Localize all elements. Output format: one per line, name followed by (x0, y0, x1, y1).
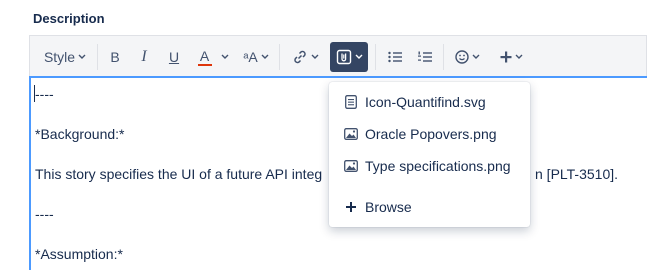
more-formatting-button[interactable]: ᵃA (238, 44, 274, 70)
attachment-item[interactable]: Oracle Popovers.png (329, 121, 530, 147)
link-button[interactable] (286, 44, 324, 70)
chevron-down-icon (311, 54, 318, 59)
bold-button[interactable]: B (103, 44, 127, 70)
style-label: Style (43, 49, 76, 65)
image-icon (341, 160, 361, 172)
attachments-dropdown: Icon-Quantifind.svg Oracle Popovers.png … (329, 82, 530, 227)
bold-icon: B (110, 49, 120, 65)
attachment-button[interactable] (330, 42, 368, 72)
more-formatting-icon: ᵃA (243, 49, 258, 65)
plus-icon (341, 202, 361, 212)
editor-line: *Assumption:* (35, 246, 123, 262)
chevron-down-icon (261, 54, 269, 59)
text-color-swatch (197, 63, 212, 66)
chevron-down-icon (515, 54, 522, 59)
link-icon (293, 50, 306, 64)
toolbar-separator (97, 44, 98, 70)
editor-toolbar: Style B I U A ᵃA (29, 35, 647, 76)
plus-icon (500, 51, 511, 63)
insert-more-button[interactable] (494, 44, 528, 70)
style-dropdown[interactable]: Style (36, 44, 94, 70)
chevron-down-icon (355, 54, 362, 59)
emoji-button[interactable] (450, 44, 484, 70)
attachment-item[interactable]: Type specifications.png (329, 153, 530, 179)
editor-line: n [PLT-3510]. (535, 166, 619, 182)
numbered-list-button[interactable] (413, 44, 437, 70)
editor-line: *Background:* (35, 126, 125, 142)
numbered-list-icon (418, 51, 432, 62)
image-icon (341, 128, 361, 140)
bullet-list-button[interactable] (383, 44, 407, 70)
chevron-down-icon (472, 54, 479, 59)
text-color-icon: A (197, 49, 212, 66)
attachment-icon (336, 49, 351, 65)
toolbar-separator (279, 44, 280, 70)
toolbar-separator (375, 44, 376, 70)
field-label: Description (33, 11, 105, 26)
browse-button[interactable]: Browse (329, 194, 530, 220)
editor-line: This story specifies the UI of a future … (35, 166, 323, 182)
attachment-item[interactable]: Icon-Quantifind.svg (329, 89, 530, 115)
editor-line: ---- (35, 86, 54, 102)
toolbar-separator (443, 44, 444, 70)
editor-line: ---- (35, 206, 54, 222)
chevron-down-icon (221, 54, 228, 59)
text-color-button[interactable]: A (193, 44, 233, 70)
bullet-list-icon (388, 51, 402, 63)
italic-icon: I (141, 48, 147, 65)
document-icon (341, 95, 361, 109)
underline-button[interactable]: U (162, 44, 186, 70)
chevron-down-icon (78, 54, 86, 59)
italic-button[interactable]: I (132, 44, 156, 70)
emoji-icon (454, 50, 469, 64)
underline-icon: U (168, 49, 180, 65)
